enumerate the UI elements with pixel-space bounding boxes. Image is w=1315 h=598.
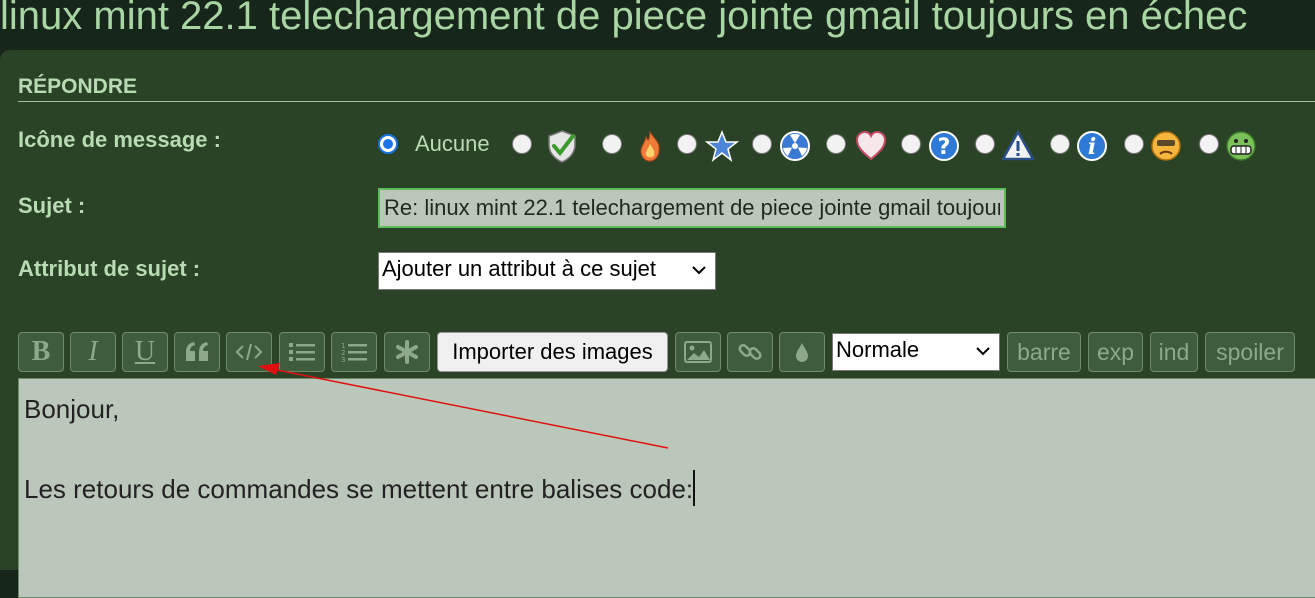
color-drop-icon — [796, 343, 808, 362]
image-button[interactable] — [675, 332, 721, 372]
svg-text:i: i — [1088, 134, 1096, 160]
editor-line-2 — [24, 429, 1315, 469]
font-size-select[interactable]: Normale — [832, 333, 1000, 371]
radio-none-label: Aucune — [415, 131, 490, 156]
font-color-button[interactable] — [779, 332, 825, 372]
radio-star[interactable] — [677, 134, 697, 154]
radio-heart[interactable] — [826, 134, 846, 154]
heart-icon[interactable] — [853, 128, 889, 164]
sad-face-icon[interactable] — [1148, 128, 1184, 164]
chevron-down-icon — [976, 347, 990, 356]
radio-info[interactable] — [1050, 134, 1070, 154]
code-icon — [235, 343, 263, 361]
subscript-button[interactable]: ind — [1150, 332, 1198, 372]
quote-icon — [186, 342, 208, 361]
link-button[interactable] — [727, 332, 773, 372]
image-icon — [684, 341, 712, 363]
text-caret — [693, 470, 696, 506]
radio-none[interactable] — [378, 134, 398, 154]
editor-line-3: Les retours de commandes se mettent entr… — [24, 474, 694, 504]
topic-attribute-select[interactable]: Ajouter un attribut à ce sujet — [378, 252, 716, 290]
warning-icon[interactable] — [1000, 128, 1036, 164]
superscript-label: exp — [1096, 338, 1135, 365]
radio-sad-face[interactable] — [1124, 134, 1144, 154]
grin-face-icon[interactable] — [1223, 128, 1259, 164]
question-icon[interactable]: ? — [926, 128, 962, 164]
radio-radioactive[interactable] — [752, 134, 772, 154]
italic-label: I — [88, 336, 98, 367]
info-icon[interactable]: i — [1074, 128, 1110, 164]
radioactive-icon[interactable] — [777, 128, 813, 164]
topic-attribute-label: Attribut de sujet : — [18, 256, 201, 281]
bold-button[interactable]: B — [18, 332, 64, 372]
link-icon — [738, 343, 762, 361]
strike-button[interactable]: barre — [1007, 332, 1081, 372]
topic-attribute-value: Ajouter un attribut à ce sujet — [382, 256, 656, 281]
font-size-value: Normale — [836, 337, 920, 362]
editor-line-3-wrap: Les retours de commandes se mettent entr… — [24, 469, 1315, 509]
quote-button[interactable] — [174, 332, 220, 372]
radio-grin-face[interactable] — [1199, 134, 1219, 154]
code-button[interactable] — [226, 332, 272, 372]
bold-label: B — [31, 336, 51, 367]
section-divider — [18, 101, 1315, 102]
svg-text:?: ? — [938, 135, 951, 160]
underline-label: U — [134, 336, 156, 367]
import-images-button[interactable]: Importer des images — [437, 332, 668, 372]
radio-question[interactable] — [901, 134, 921, 154]
message-icon-label: Icône de message : — [18, 127, 221, 152]
subject-input[interactable] — [378, 188, 1006, 228]
editor-line-1: Bonjour, — [24, 394, 120, 424]
numbered-list-icon: 1 2 3 — [341, 342, 367, 364]
radio-flame[interactable] — [602, 134, 622, 154]
subject-label: Sujet : — [18, 193, 86, 218]
list-item-button[interactable] — [384, 332, 430, 372]
asterisk-icon — [396, 340, 418, 364]
chevron-down-icon — [692, 266, 706, 275]
bulleted-list-button[interactable] — [279, 332, 325, 372]
section-title: RÉPONDRE — [18, 75, 138, 98]
import-images-label: Importer des images — [452, 339, 653, 364]
reply-panel: RÉPONDRE Icône de message : Aucune ? i S… — [0, 50, 1315, 598]
bulleted-list-icon — [289, 343, 315, 361]
star-icon[interactable] — [704, 128, 740, 164]
svg-text:3: 3 — [341, 356, 345, 364]
message-editor[interactable]: Bonjour, Les retours de commandes se met… — [18, 378, 1315, 598]
spoiler-button[interactable]: spoiler — [1205, 332, 1295, 372]
italic-button[interactable]: I — [70, 332, 116, 372]
numbered-list-button[interactable]: 1 2 3 — [331, 332, 377, 372]
check-shield-icon[interactable] — [544, 128, 580, 164]
strike-label: barre — [1017, 338, 1071, 365]
underline-button[interactable]: U — [122, 332, 168, 372]
page-title: linux mint 22.1 telechargement de piece … — [0, 0, 1248, 38]
subscript-label: ind — [1158, 338, 1190, 365]
radio-check-shield[interactable] — [512, 134, 532, 154]
icon-option-none[interactable]: Aucune — [378, 128, 498, 164]
flame-icon[interactable] — [632, 128, 668, 164]
spoiler-label: spoiler — [1216, 338, 1284, 365]
radio-warning[interactable] — [975, 134, 995, 154]
superscript-button[interactable]: exp — [1088, 332, 1143, 372]
